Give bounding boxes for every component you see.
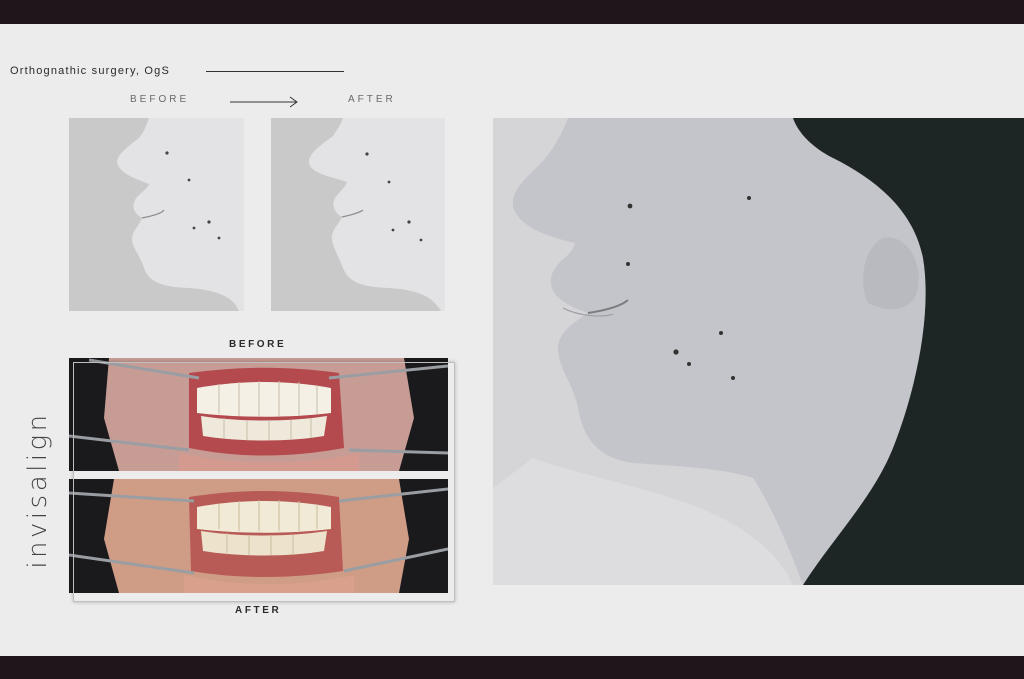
profile-before-label: BEFORE (130, 94, 190, 105)
bottom-band (0, 656, 1024, 679)
invisalign-label: invisalign (18, 411, 58, 568)
intraoral-after-photo (69, 479, 448, 593)
intraoral-before-label: BEFORE (229, 339, 287, 350)
profile-after-photo (271, 118, 445, 311)
profile-large-photo (493, 118, 1024, 585)
title-underline (206, 71, 344, 72)
profile-before-photo (69, 118, 244, 311)
top-band (0, 0, 1024, 24)
intraoral-before-photo (69, 358, 448, 471)
profile-after-label: AFTER (348, 94, 396, 105)
invisalign-text: invisalign (23, 411, 53, 569)
intraoral-after-label: AFTER (235, 605, 282, 616)
arrow-right-icon (230, 96, 298, 108)
page-title: Orthognathic surgery, OgS (10, 65, 171, 77)
